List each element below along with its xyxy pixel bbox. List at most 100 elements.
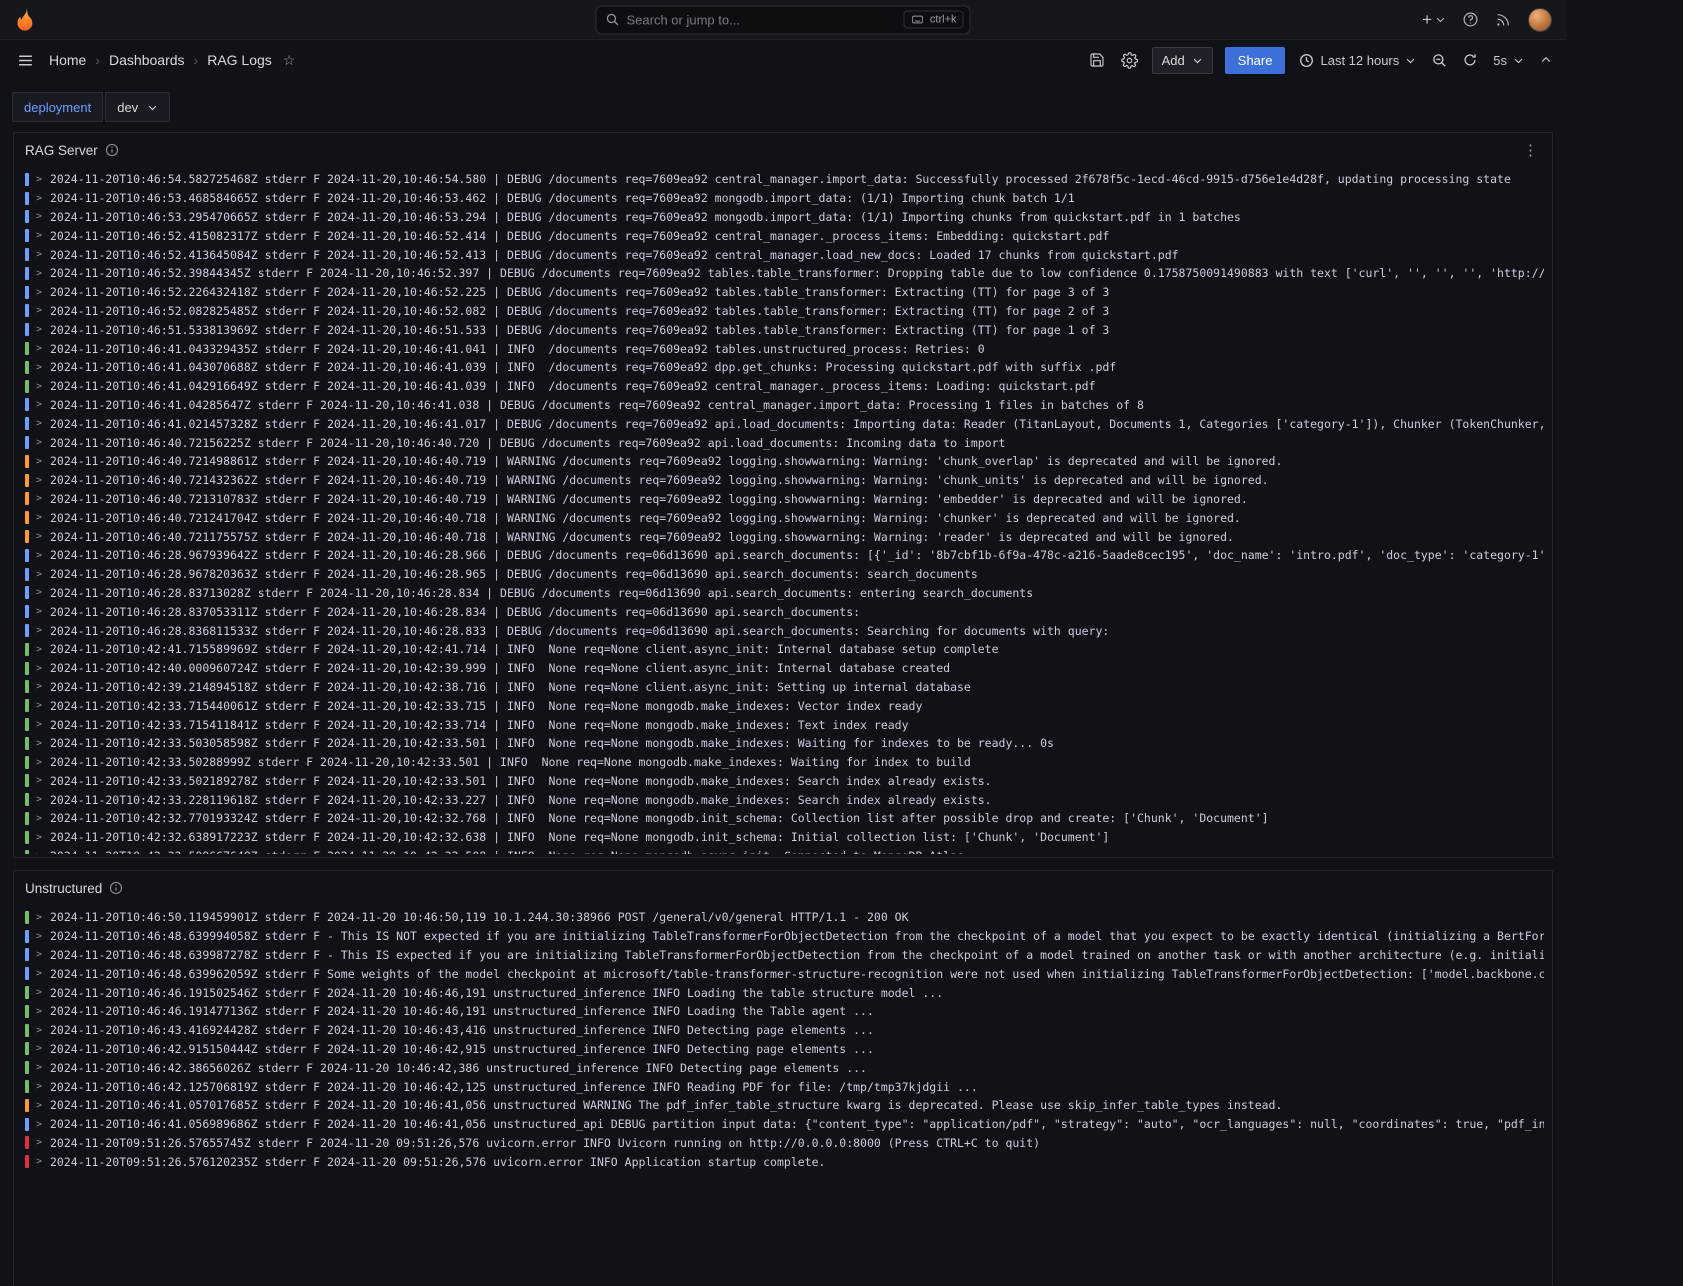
mega-menu-toggle[interactable] bbox=[12, 48, 39, 73]
log-row[interactable]: > 2024-11-20T10:46:52.226432418Z stderr … bbox=[25, 283, 1544, 302]
expand-chevron-icon[interactable]: > bbox=[36, 757, 43, 768]
expand-chevron-icon[interactable]: > bbox=[36, 968, 43, 979]
refresh-interval-picker[interactable]: 5s bbox=[1491, 49, 1526, 72]
log-row[interactable]: > 2024-11-20T10:46:28.967820363Z stderr … bbox=[25, 565, 1544, 584]
log-list[interactable]: > 2024-11-20T10:46:50.119459901Z stderr … bbox=[14, 905, 1552, 1286]
time-range-picker[interactable]: Last 12 hours bbox=[1297, 49, 1418, 72]
log-row[interactable]: > 2024-11-20T10:46:40.72156225Z stderr F… bbox=[25, 433, 1544, 452]
expand-chevron-icon[interactable]: > bbox=[36, 663, 43, 674]
add-panel-button[interactable]: Add bbox=[1152, 47, 1213, 74]
log-row[interactable]: > 2024-11-20T10:46:42.38656026Z stderr F… bbox=[25, 1058, 1544, 1077]
help-button[interactable] bbox=[1457, 7, 1484, 32]
expand-chevron-icon[interactable]: > bbox=[36, 1137, 43, 1148]
expand-chevron-icon[interactable]: > bbox=[36, 700, 43, 711]
log-row[interactable]: > 2024-11-20T10:42:33.228119618Z stderr … bbox=[25, 790, 1544, 809]
expand-chevron-icon[interactable]: > bbox=[36, 569, 43, 580]
expand-chevron-icon[interactable]: > bbox=[36, 719, 43, 730]
log-row[interactable]: > 2024-11-20T10:46:51.533813969Z stderr … bbox=[25, 320, 1544, 339]
log-row[interactable]: > 2024-11-20T09:51:26.57655745Z stderr F… bbox=[25, 1134, 1544, 1153]
expand-chevron-icon[interactable]: > bbox=[36, 550, 43, 561]
log-row[interactable]: > 2024-11-20T09:51:26.576120235Z stderr … bbox=[25, 1152, 1544, 1171]
log-row[interactable]: > 2024-11-20T10:46:46.191502546Z stderr … bbox=[25, 983, 1544, 1002]
new-menu-button[interactable]: + bbox=[1417, 7, 1451, 32]
refresh-button[interactable] bbox=[1461, 49, 1479, 71]
log-row[interactable]: > 2024-11-20T10:46:50.119459901Z stderr … bbox=[25, 908, 1544, 927]
log-row[interactable]: > 2024-11-20T10:46:52.082825485Z stderr … bbox=[25, 302, 1544, 321]
panel-title[interactable]: Unstructured bbox=[25, 881, 102, 896]
expand-chevron-icon[interactable]: > bbox=[36, 475, 43, 486]
search-input[interactable] bbox=[627, 12, 897, 27]
log-row[interactable]: > 2024-11-20T10:42:32.509667648Z stderr … bbox=[25, 847, 1544, 854]
info-icon[interactable] bbox=[109, 881, 123, 895]
expand-chevron-icon[interactable]: > bbox=[36, 912, 43, 923]
expand-chevron-icon[interactable]: > bbox=[36, 268, 43, 279]
expand-chevron-icon[interactable]: > bbox=[36, 738, 43, 749]
log-row[interactable]: > 2024-11-20T10:46:28.83713028Z stderr F… bbox=[25, 584, 1544, 603]
expand-chevron-icon[interactable]: > bbox=[36, 1100, 43, 1111]
log-row[interactable]: > 2024-11-20T10:42:39.214894518Z stderr … bbox=[25, 678, 1544, 697]
favorite-star-icon[interactable]: ☆ bbox=[283, 52, 296, 69]
log-row[interactable]: > 2024-11-20T10:46:41.043070688Z stderr … bbox=[25, 358, 1544, 377]
expand-chevron-icon[interactable]: > bbox=[36, 794, 43, 805]
expand-chevron-icon[interactable]: > bbox=[36, 211, 43, 222]
log-row[interactable]: > 2024-11-20T10:46:52.415082317Z stderr … bbox=[25, 226, 1544, 245]
variable-value-dropdown[interactable]: dev bbox=[105, 92, 170, 122]
log-row[interactable]: > 2024-11-20T10:46:42.125706819Z stderr … bbox=[25, 1077, 1544, 1096]
expand-chevron-icon[interactable]: > bbox=[36, 949, 43, 960]
expand-chevron-icon[interactable]: > bbox=[36, 399, 43, 410]
expand-chevron-icon[interactable]: > bbox=[36, 1119, 43, 1130]
expand-chevron-icon[interactable]: > bbox=[36, 987, 43, 998]
expand-chevron-icon[interactable]: > bbox=[36, 531, 43, 542]
expand-chevron-icon[interactable]: > bbox=[36, 606, 43, 617]
grafana-logo-icon[interactable] bbox=[14, 5, 40, 35]
log-row[interactable]: > 2024-11-20T10:46:40.721175575Z stderr … bbox=[25, 527, 1544, 546]
log-row[interactable]: > 2024-11-20T10:42:40.000960724Z stderr … bbox=[25, 659, 1544, 678]
log-row[interactable]: > 2024-11-20T10:46:53.295470665Z stderr … bbox=[25, 208, 1544, 227]
log-row[interactable]: > 2024-11-20T10:46:28.836811533Z stderr … bbox=[25, 621, 1544, 640]
log-row[interactable]: > 2024-11-20T10:46:41.021457328Z stderr … bbox=[25, 414, 1544, 433]
news-rss-button[interactable] bbox=[1490, 8, 1516, 32]
log-row[interactable]: > 2024-11-20T10:46:52.39844345Z stderr F… bbox=[25, 264, 1544, 283]
log-row[interactable]: > 2024-11-20T10:46:40.721432362Z stderr … bbox=[25, 471, 1544, 490]
expand-chevron-icon[interactable]: > bbox=[36, 1006, 43, 1017]
log-row[interactable]: > 2024-11-20T10:42:41.715589969Z stderr … bbox=[25, 640, 1544, 659]
log-row[interactable]: > 2024-11-20T10:42:33.503058598Z stderr … bbox=[25, 734, 1544, 753]
log-row[interactable]: > 2024-11-20T10:46:48.639994058Z stderr … bbox=[25, 927, 1544, 946]
expand-chevron-icon[interactable]: > bbox=[36, 625, 43, 636]
log-row[interactable]: > 2024-11-20T10:42:33.715411841Z stderr … bbox=[25, 715, 1544, 734]
log-row[interactable]: > 2024-11-20T10:42:33.715440061Z stderr … bbox=[25, 696, 1544, 715]
expand-chevron-icon[interactable]: > bbox=[36, 418, 43, 429]
log-row[interactable]: > 2024-11-20T10:42:33.50288999Z stderr F… bbox=[25, 753, 1544, 772]
log-row[interactable]: > 2024-11-20T10:46:40.721498861Z stderr … bbox=[25, 452, 1544, 471]
log-row[interactable]: > 2024-11-20T10:46:48.639962059Z stderr … bbox=[25, 964, 1544, 983]
log-row[interactable]: > 2024-11-20T10:46:28.837053311Z stderr … bbox=[25, 602, 1544, 621]
expand-chevron-icon[interactable]: > bbox=[36, 362, 43, 373]
expand-chevron-icon[interactable]: > bbox=[36, 1081, 43, 1092]
log-row[interactable]: > 2024-11-20T10:46:48.639987278Z stderr … bbox=[25, 946, 1544, 965]
expand-chevron-icon[interactable]: > bbox=[36, 775, 43, 786]
collapse-toolbar-button[interactable] bbox=[1538, 50, 1554, 70]
expand-chevron-icon[interactable]: > bbox=[36, 437, 43, 448]
expand-chevron-icon[interactable]: > bbox=[36, 851, 43, 854]
expand-chevron-icon[interactable]: > bbox=[36, 174, 43, 185]
search-box[interactable]: ctrl+k bbox=[596, 5, 971, 34]
info-icon[interactable] bbox=[105, 143, 119, 157]
expand-chevron-icon[interactable]: > bbox=[36, 1062, 43, 1073]
log-row[interactable]: > 2024-11-20T10:42:32.770193324Z stderr … bbox=[25, 809, 1544, 828]
log-row[interactable]: > 2024-11-20T10:46:41.057017685Z stderr … bbox=[25, 1096, 1544, 1115]
expand-chevron-icon[interactable]: > bbox=[36, 287, 43, 298]
log-row[interactable]: > 2024-11-20T10:46:41.043329435Z stderr … bbox=[25, 339, 1544, 358]
log-row[interactable]: > 2024-11-20T10:46:53.468584665Z stderr … bbox=[25, 189, 1544, 208]
log-row[interactable]: > 2024-11-20T10:46:28.967939642Z stderr … bbox=[25, 546, 1544, 565]
log-row[interactable]: > 2024-11-20T10:46:42.915150444Z stderr … bbox=[25, 1040, 1544, 1059]
panel-title[interactable]: RAG Server bbox=[25, 143, 98, 158]
share-button[interactable]: Share bbox=[1225, 47, 1286, 74]
dashboard-settings-button[interactable] bbox=[1119, 48, 1140, 73]
breadcrumb-dashboards[interactable]: Dashboards bbox=[109, 52, 185, 68]
expand-chevron-icon[interactable]: > bbox=[36, 324, 43, 335]
log-row[interactable]: > 2024-11-20T10:46:41.042916649Z stderr … bbox=[25, 377, 1544, 396]
log-row[interactable]: > 2024-11-20T10:46:40.721241704Z stderr … bbox=[25, 508, 1544, 527]
expand-chevron-icon[interactable]: > bbox=[36, 832, 43, 843]
expand-chevron-icon[interactable]: > bbox=[36, 813, 43, 824]
expand-chevron-icon[interactable]: > bbox=[36, 381, 43, 392]
